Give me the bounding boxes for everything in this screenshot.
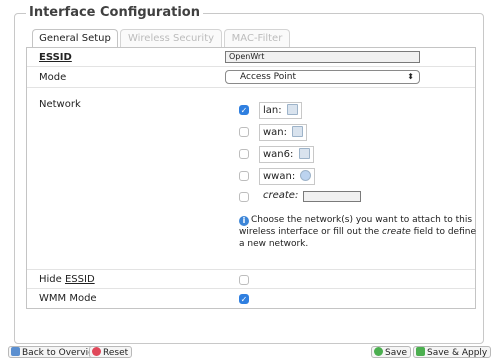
network-lan-name: lan: [263, 105, 282, 116]
back-arrow-icon [11, 347, 20, 356]
essid-row: ESSID OpenWrt [27, 48, 475, 67]
section-title: Interface Configuration [26, 5, 203, 20]
hide-essid-label: Hide ESSID [39, 274, 95, 285]
tab-mac-filter[interactable]: MAC-Filter [224, 29, 290, 48]
wmm-mode-row: WMM Mode ✓ [27, 289, 475, 308]
hide-essid-label-prefix: Hide [39, 274, 65, 285]
network-row: Network ✓ lan: wan: wan6: wwan: create: … [27, 88, 476, 270]
create-network-input[interactable] [303, 191, 361, 202]
wmm-mode-checkbox[interactable]: ✓ [239, 294, 249, 304]
info-icon: i [239, 216, 249, 226]
hide-essid-row: Hide ESSID [27, 270, 475, 289]
network-wan-name: wan: [263, 127, 288, 138]
essid-label: ESSID [39, 52, 72, 63]
reset-icon [92, 347, 101, 356]
network-lan-checkbox[interactable]: ✓ [239, 105, 249, 115]
network-wan6: wan6: [259, 146, 314, 163]
general-setup-panel: ESSID OpenWrt Mode Access Point ⬍ Networ… [26, 47, 476, 309]
network-wwan-name: wwan: [263, 171, 296, 182]
essid-input[interactable]: OpenWrt [225, 51, 420, 63]
select-arrows-icon: ⬍ [407, 72, 414, 81]
mode-select[interactable]: Access Point ⬍ [225, 70, 420, 84]
wmm-mode-label: WMM Mode [39, 293, 97, 304]
network-wan: wan: [259, 124, 308, 141]
network-wan6-checkbox[interactable] [239, 149, 249, 159]
network-wwan-checkbox[interactable] [239, 171, 249, 181]
wireless-icon [300, 170, 312, 181]
save-and-apply-label: Save & Apply [427, 348, 488, 358]
network-help-text: i Choose the network(s) you want to attac… [239, 214, 484, 250]
hide-essid-label-essid: ESSID [64, 274, 95, 285]
ethernet-icon [298, 148, 310, 159]
network-create-checkbox[interactable] [239, 192, 249, 202]
save-apply-icon [416, 347, 425, 356]
network-lan: lan: [259, 102, 302, 119]
mode-row: Mode Access Point ⬍ [27, 67, 475, 88]
save-and-apply-button[interactable]: Save & Apply [413, 346, 492, 358]
hide-essid-checkbox[interactable] [239, 275, 249, 285]
network-label: Network [39, 99, 81, 110]
reset-button[interactable]: Reset [89, 346, 133, 358]
save-button[interactable]: Save [371, 346, 412, 358]
help-text-create: create [382, 227, 411, 237]
footer-bar: Back to Overview Reset Save Save & Apply [0, 346, 494, 358]
network-wan-checkbox[interactable] [239, 127, 249, 137]
save-label: Save [385, 348, 408, 358]
mode-label: Mode [39, 72, 67, 83]
network-wwan: wwan: [259, 168, 316, 185]
mode-select-value: Access Point [240, 72, 297, 82]
reset-label: Reset [103, 348, 129, 358]
create-label: create: [263, 190, 299, 201]
ethernet-icon [292, 126, 304, 137]
tab-general-setup[interactable]: General Setup [32, 29, 118, 49]
ethernet-icon [286, 104, 298, 115]
network-wan6-name: wan6: [263, 149, 294, 160]
tab-wireless-security[interactable]: Wireless Security [120, 29, 222, 48]
save-check-icon [374, 347, 383, 356]
